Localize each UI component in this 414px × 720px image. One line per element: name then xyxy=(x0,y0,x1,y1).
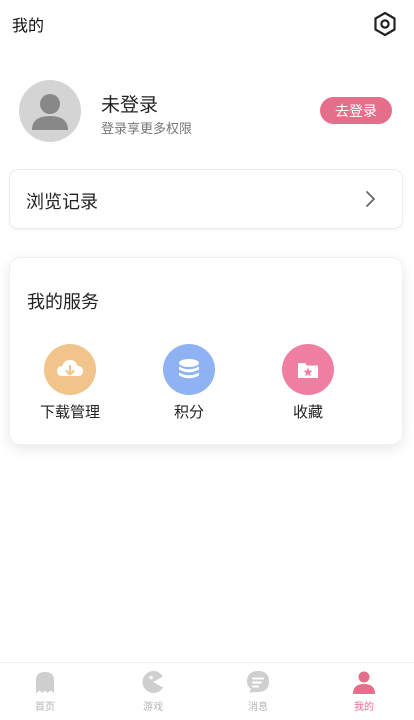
bottom-tab-bar: 首页 游戏 消息 我的 xyxy=(0,662,414,720)
tab-label: 消息 xyxy=(248,702,268,713)
login-hint: 登录享更多权限 xyxy=(101,122,193,137)
tab-me[interactable]: 我的 xyxy=(324,669,404,719)
tab-messages[interactable]: 消息 xyxy=(218,669,298,719)
browse-history-row[interactable]: 浏览记录 xyxy=(10,170,402,228)
service-download-manager[interactable]: 下载管理 xyxy=(20,344,120,422)
coin-stack-icon xyxy=(163,344,215,395)
login-button[interactable]: 去登录 xyxy=(320,97,392,124)
tab-label: 游戏 xyxy=(143,702,163,713)
avatar[interactable] xyxy=(19,80,81,142)
star-folder-icon xyxy=(282,344,334,395)
download-cloud-icon xyxy=(44,344,96,395)
login-status: 未登录 xyxy=(101,94,159,116)
service-favorites[interactable]: 收藏 xyxy=(258,344,358,422)
tab-home[interactable]: 首页 xyxy=(5,669,85,719)
user-icon xyxy=(32,94,68,130)
tab-label: 我的 xyxy=(354,702,374,713)
settings-button[interactable] xyxy=(370,9,400,39)
service-points[interactable]: 积分 xyxy=(139,344,239,422)
gear-icon xyxy=(374,11,396,37)
page-title: 我的 xyxy=(12,16,45,35)
service-label: 下载管理 xyxy=(39,403,100,421)
person-icon xyxy=(353,671,375,694)
top-bar: 我的 xyxy=(0,0,414,50)
pacman-icon xyxy=(142,671,163,693)
service-label: 积分 xyxy=(173,403,204,421)
services-title: 我的服务 xyxy=(27,292,99,313)
service-label: 收藏 xyxy=(292,403,323,421)
ghost-icon xyxy=(36,672,54,693)
chevron-right-icon xyxy=(366,191,375,207)
my-services-card: 我的服务 下载管理 积分 收藏 xyxy=(10,258,402,444)
browse-history-label: 浏览记录 xyxy=(26,192,98,213)
tab-label: 首页 xyxy=(35,702,55,713)
tab-games[interactable]: 游戏 xyxy=(113,669,193,719)
profile-section: 未登录 登录享更多权限 去登录 xyxy=(0,72,414,150)
message-icon xyxy=(247,671,269,693)
